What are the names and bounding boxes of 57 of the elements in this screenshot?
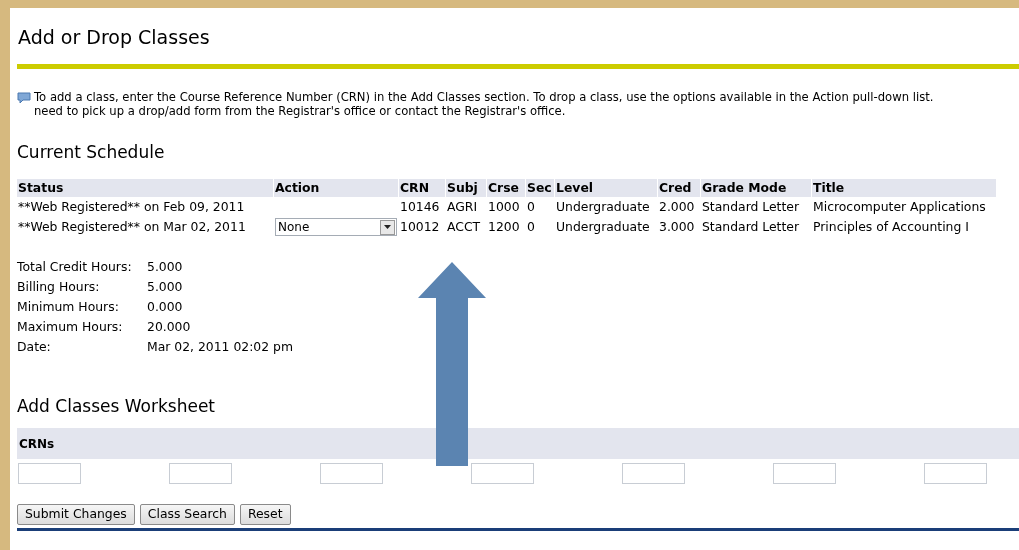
section-heading: Add Classes Worksheet: [17, 394, 217, 418]
table-cell: **Web Registered** on Mar 02, 2011: [18, 218, 246, 234]
column-header: Cred: [658, 178, 700, 197]
table-cell: Undergraduate: [556, 198, 650, 214]
column-header: Level: [555, 178, 657, 197]
form-button[interactable]: Reset: [239, 504, 291, 525]
column-header: Sec: [526, 178, 554, 197]
summary-label: Total Credit Hours:: [17, 257, 133, 276]
table-cell: 1000: [488, 198, 520, 214]
crn-input-field[interactable]: [18, 463, 81, 484]
crn-input-field[interactable]: [320, 463, 383, 484]
table-cell: 2.000: [659, 198, 695, 214]
column-header: CRN: [399, 178, 445, 197]
crn-input-field[interactable]: [773, 463, 836, 484]
table-cell: 10012: [400, 218, 440, 234]
table-cell: 0: [527, 218, 535, 234]
column-header: Grade Mode: [701, 178, 811, 197]
table-cell: Standard Letter: [702, 198, 800, 214]
form-button[interactable]: Class Search: [139, 504, 235, 525]
summary-value: Mar 02, 2011 02:02 pm: [147, 337, 293, 356]
table-cell: 1200: [488, 218, 520, 234]
summary-value: 20.000: [147, 317, 191, 336]
summary-label: Date:: [17, 337, 52, 356]
table-cell: 3.000: [659, 218, 695, 234]
table-cell: Principles of Accounting I: [813, 218, 969, 234]
summary-label: Minimum Hours:: [17, 297, 120, 316]
column-header: Subj: [446, 178, 486, 197]
column-header: Status: [17, 178, 273, 197]
table-cell: 0: [527, 198, 535, 214]
table-cell: 10146: [400, 198, 440, 214]
instruction-text: need to pick up a drop/add form from the Registrar's office or contact the Registrar's office.: [34, 104, 567, 118]
summary-value: 5.000: [147, 277, 183, 296]
table-cell: **Web Registered** on Feb 09, 2011: [18, 198, 245, 214]
table-cell: Undergraduate: [556, 218, 650, 234]
page-title: Add or Drop Classes: [17, 25, 211, 50]
crn-input-field[interactable]: [169, 463, 232, 484]
crn-input-field[interactable]: [924, 463, 987, 484]
crn-input-field[interactable]: [622, 463, 685, 484]
summary-value: 0.000: [147, 297, 183, 316]
speech-bubble-icon: [17, 92, 31, 104]
column-header: Action: [274, 178, 398, 197]
column-header: Crse: [487, 178, 525, 197]
caret-icon: [380, 219, 395, 235]
section-heading: Current Schedule: [17, 141, 166, 164]
column-header: Title: [812, 178, 996, 197]
form-button[interactable]: Submit Changes: [17, 504, 135, 525]
table-cell: AGRI: [447, 198, 478, 214]
instruction-text: To add a class, enter the Course Reference Number (CRN) in the Add Classes section. To drop a class, use the options available in the Action pull-down list.: [34, 90, 934, 104]
summary-label: Maximum Hours:: [17, 317, 124, 336]
table-cell: ACCT: [447, 218, 481, 234]
summary-value: 5.000: [147, 257, 183, 276]
crn-input-field[interactable]: [471, 463, 534, 484]
table-cell: Standard Letter: [702, 218, 800, 234]
action-dropdown[interactable]: None: [275, 218, 397, 236]
band-label: CRNs: [19, 437, 55, 451]
summary-label: Billing Hours:: [17, 277, 101, 296]
table-cell: Microcomputer Applications: [813, 198, 986, 214]
